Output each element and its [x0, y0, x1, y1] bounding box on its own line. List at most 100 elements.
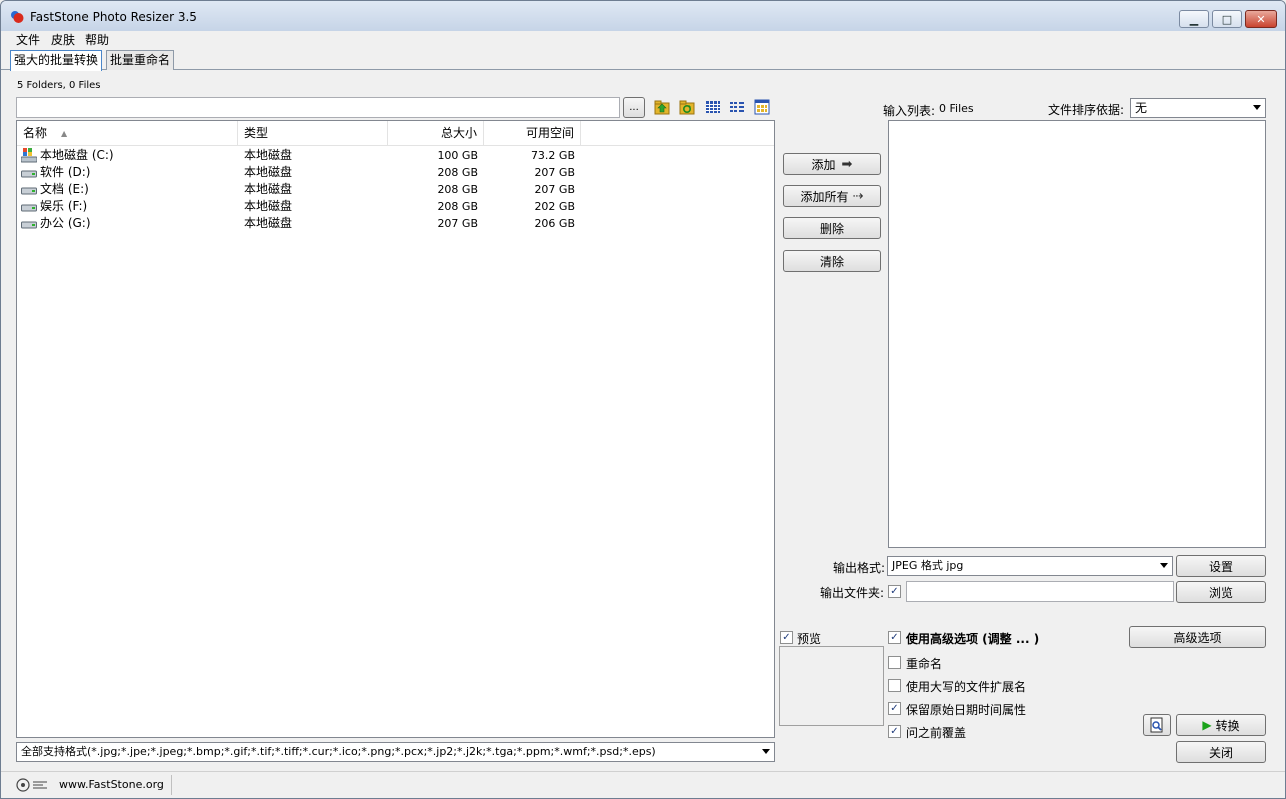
- drive-icon: [21, 166, 37, 178]
- website-link[interactable]: www.FastStone.org: [59, 778, 164, 791]
- drive-icon: [21, 183, 37, 195]
- sort-label: 文件排序依据:: [1048, 103, 1125, 117]
- drive-name: 办公 (G:): [40, 216, 91, 230]
- drive-name: 本地磁盘 (C:): [40, 148, 114, 162]
- drive-total: 208 GB: [437, 200, 478, 213]
- clear-button[interactable]: 清除: [783, 250, 881, 272]
- drive-icon: [21, 217, 37, 229]
- file-filter-select[interactable]: 全部支持格式(*.jpg;*.jpe;*.jpeg;*.bmp;*.gif;*.…: [16, 742, 775, 762]
- output-folder-input[interactable]: [906, 581, 1174, 602]
- output-folder-checkbox[interactable]: ✓: [888, 585, 901, 598]
- menu-help[interactable]: 帮助: [79, 31, 115, 49]
- thumbnail-view-icon[interactable]: [754, 99, 770, 115]
- check-icon: ✓: [890, 632, 899, 643]
- drive-type: 本地磁盘: [244, 148, 293, 162]
- browse-path-button[interactable]: ...: [623, 97, 645, 118]
- window-title: FastStone Photo Resizer 3.5: [30, 10, 197, 24]
- file-filter-value: 全部支持格式(*.jpg;*.jpe;*.jpeg;*.bmp;*.gif;*.…: [21, 745, 656, 758]
- drive-free: 73.2 GB: [530, 149, 575, 162]
- column-type-header[interactable]: 类型: [238, 121, 388, 146]
- path-input[interactable]: [16, 97, 620, 118]
- folder-list-view[interactable]: 名称 ▲ 类型 总大小 可用空间 本地磁盘 (C:) 本地磁盘 100 GB 7…: [16, 120, 775, 738]
- uppercase-ext-label: 使用大写的文件扩展名: [906, 680, 1027, 694]
- folder-status: 5 Folders, 0 Files: [17, 80, 101, 91]
- tab-batch-rename[interactable]: 批量重命名: [106, 50, 175, 70]
- preview-panel: [779, 646, 884, 726]
- list-view-icon[interactable]: [729, 99, 745, 115]
- refresh-folder-icon[interactable]: [679, 99, 695, 115]
- output-format-select[interactable]: JPEG 格式 jpg: [887, 556, 1173, 576]
- details-view-icon[interactable]: [705, 99, 721, 115]
- close-icon: ✕: [1256, 12, 1266, 26]
- add-all-button-label: 添加所有: [800, 189, 849, 204]
- sort-value: 无: [1135, 101, 1148, 115]
- maximize-button[interactable]: □: [1212, 10, 1242, 28]
- preview-checkbox[interactable]: ✓: [780, 631, 793, 644]
- advanced-options-checkbox[interactable]: ✓: [888, 631, 901, 644]
- menu-bar: 文件 皮肤 帮助: [1, 31, 1285, 49]
- advanced-options-button[interactable]: 高级选项: [1129, 626, 1266, 648]
- uppercase-ext-checkbox[interactable]: [888, 679, 901, 692]
- input-list-count: 0 Files: [939, 102, 974, 115]
- drive-type: 本地磁盘: [244, 199, 293, 213]
- tab-strip: 强大的批量转换 批量重命名: [1, 49, 1285, 71]
- format-settings-button[interactable]: 设置: [1176, 555, 1266, 577]
- arrow-right-dashed-icon: ⇢: [852, 188, 864, 204]
- drive-free: 207 GB: [534, 183, 575, 196]
- folder-up-icon[interactable]: [654, 99, 670, 115]
- check-icon: ✓: [890, 586, 899, 597]
- minimize-icon: ▁: [1189, 12, 1199, 26]
- sort-ascending-icon: ▲: [61, 129, 68, 138]
- list-header: 名称 ▲ 类型 总大小 可用空间: [17, 121, 774, 146]
- overwrite-checkbox[interactable]: ✓: [888, 725, 901, 738]
- drive-type: 本地磁盘: [244, 182, 293, 196]
- maximize-icon: □: [1221, 12, 1233, 26]
- drive-row[interactable]: 办公 (G:) 本地磁盘 207 GB 206 GB: [17, 215, 774, 232]
- check-icon: ✓: [782, 632, 791, 643]
- drive-row[interactable]: 文档 (E:) 本地磁盘 208 GB 207 GB: [17, 181, 774, 198]
- menu-skin[interactable]: 皮肤: [45, 31, 81, 49]
- drive-name: 软件 (D:): [40, 165, 91, 179]
- preview-label: 预览: [797, 632, 822, 646]
- advanced-options-label: 使用高级选项 (调整 ... ): [906, 632, 1040, 646]
- overwrite-label: 问之前覆盖: [906, 726, 967, 740]
- play-icon: ▶: [1202, 718, 1212, 732]
- menu-file[interactable]: 文件: [10, 31, 46, 49]
- add-all-button[interactable]: 添加所有 ⇢: [783, 185, 881, 207]
- close-window-button[interactable]: ✕: [1245, 10, 1277, 28]
- sort-select[interactable]: 无: [1130, 98, 1266, 118]
- browse-output-button[interactable]: 浏览: [1176, 581, 1266, 603]
- drive-name: 文档 (E:): [40, 182, 89, 196]
- drive-free: 202 GB: [534, 200, 575, 213]
- column-name-label: 名称: [23, 126, 48, 140]
- chevron-down-icon: [1160, 563, 1168, 568]
- rename-checkbox[interactable]: [888, 656, 901, 669]
- system-drive-icon: [20, 147, 38, 163]
- drive-total: 208 GB: [437, 166, 478, 179]
- convert-button[interactable]: ▶ 转换: [1176, 714, 1266, 736]
- chevron-down-icon: [762, 749, 770, 754]
- tab-batch-convert[interactable]: 强大的批量转换: [10, 50, 103, 71]
- input-file-list[interactable]: [888, 120, 1266, 548]
- column-free-header[interactable]: 可用空间: [484, 121, 581, 146]
- output-format-value: JPEG 格式 jpg: [892, 559, 964, 572]
- arrow-right-icon: ➡: [841, 156, 853, 172]
- drive-name: 娱乐 (F:): [40, 199, 88, 213]
- drive-icon: [21, 200, 37, 212]
- faststone-logo-icon: [13, 776, 51, 794]
- drive-row[interactable]: 本地磁盘 (C:) 本地磁盘 100 GB 73.2 GB: [17, 147, 774, 164]
- chevron-down-icon: [1253, 105, 1261, 110]
- drive-total: 207 GB: [437, 217, 478, 230]
- drive-row[interactable]: 软件 (D:) 本地磁盘 208 GB 207 GB: [17, 164, 774, 181]
- minimize-button[interactable]: ▁: [1179, 10, 1209, 28]
- drive-row[interactable]: 娱乐 (F:) 本地磁盘 208 GB 202 GB: [17, 198, 774, 215]
- keep-date-checkbox[interactable]: ✓: [888, 702, 901, 715]
- add-button[interactable]: 添加 ➡: [783, 153, 881, 175]
- check-icon: ✓: [890, 726, 899, 737]
- close-button[interactable]: 关闭: [1176, 741, 1266, 763]
- preview-output-button[interactable]: [1143, 714, 1171, 736]
- delete-button[interactable]: 删除: [783, 217, 881, 239]
- column-name-header[interactable]: 名称 ▲: [17, 121, 238, 146]
- column-total-header[interactable]: 总大小: [388, 121, 484, 146]
- drive-free: 206 GB: [534, 217, 575, 230]
